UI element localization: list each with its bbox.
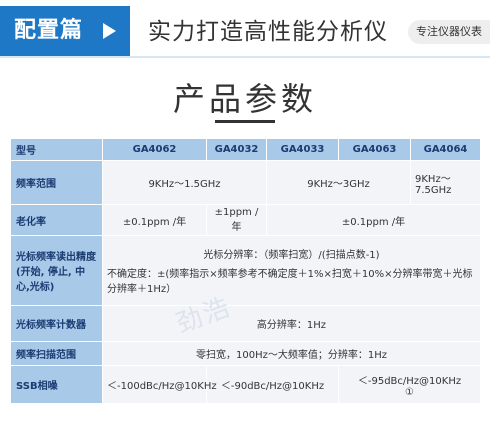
row-label: 老化率 [10, 204, 103, 236]
table-cell: ±0.1ppm /年 [102, 204, 207, 236]
header-cell: GA4063 [338, 138, 411, 161]
row-label: 光标频率读出精度(开始, 停止, 中心,光标) [10, 235, 103, 306]
table-row: SSB相噪 ＜-100dBc/Hz@10KHz ＜-90dBc/Hz@10KHz… [10, 365, 481, 404]
page-title: 产品参数 [172, 80, 317, 118]
table-row: 光标频率计数器 高分辨率：1Hz [10, 305, 481, 342]
row-label: 光标频率计数器 [10, 305, 103, 342]
table-cell: 9KHz～7.5GHz [410, 160, 481, 205]
table-row: 频率范围 9KHz～1.5GHz 9KHz～3GHz 9KHz～7.5GHz [10, 160, 481, 205]
table-row: 老化率 ±0.1ppm /年 ±1ppm /年 ±0.1ppm /年 [10, 204, 481, 236]
table-cell: ±1ppm /年 [206, 204, 267, 236]
slogan: 实力打造高性能分析仪 [148, 19, 388, 45]
table-cell: 高分辨率：1Hz [102, 305, 481, 342]
ssb-value: ＜-95dBc/Hz@10KHz [357, 375, 462, 387]
section-tag: 配置篇 [0, 6, 130, 56]
table-cell: 零扫宽，100Hz～大频率值；分辨率：1Hz [102, 341, 481, 366]
header-cell: GA4064 [410, 138, 481, 161]
play-arrow-icon [103, 23, 116, 39]
brand-badge: 专注仪器仪表 [408, 20, 490, 44]
table-cell: 9KHz～3GHz [266, 160, 411, 205]
table-cell: ＜-95dBc/Hz@10KHz ① [338, 365, 481, 404]
spec-table: 型号 GA4062 GA4032 GA4033 GA4063 GA4064 频率… [10, 138, 481, 404]
banner-divider [0, 56, 490, 58]
footnote-mark: ① [405, 386, 414, 398]
table-row: 频率扫描范围 零扫宽，100Hz～大频率值；分辨率：1Hz [10, 341, 481, 366]
uncertainty-text: 不确定度：±(频率指示×频率参考不确定度＋1%×扫宽＋10%×分辨率带宽＋光标分… [107, 269, 473, 295]
row-label: SSB相噪 [10, 365, 103, 404]
row-label: 频率扫描范围 [10, 341, 103, 366]
table-cell: ＜-100dBc/Hz@10KHz [102, 365, 217, 404]
row-label: 频率范围 [10, 160, 103, 205]
table-cell: ±0.1ppm /年 [266, 204, 481, 236]
header-cell: GA4033 [266, 138, 339, 161]
table-header-row: 型号 GA4062 GA4032 GA4033 GA4063 GA4064 [10, 138, 481, 161]
banner: 配置篇 实力打造高性能分析仪 专注仪器仪表 [0, 0, 490, 60]
section-tag-label: 配置篇 [14, 18, 84, 43]
header-cell: GA4032 [206, 138, 267, 161]
table-row: 光标频率读出精度(开始, 停止, 中心,光标) 光标分辨率：（频率扫宽）/(扫描… [10, 235, 481, 306]
table-cell: 9KHz～1.5GHz [102, 160, 267, 205]
table-cell: ＜-90dBc/Hz@10KHz [206, 365, 339, 404]
title-underline [215, 120, 275, 123]
cursor-resolution-text: 光标分辨率：（频率扫宽）/(扫描点数-1) [203, 250, 380, 261]
table-cell: 光标分辨率：（频率扫宽）/(扫描点数-1) 不确定度：±(频率指示×频率参考不确… [102, 235, 481, 306]
header-cell: 型号 [10, 138, 103, 161]
header-cell: GA4062 [102, 138, 207, 161]
